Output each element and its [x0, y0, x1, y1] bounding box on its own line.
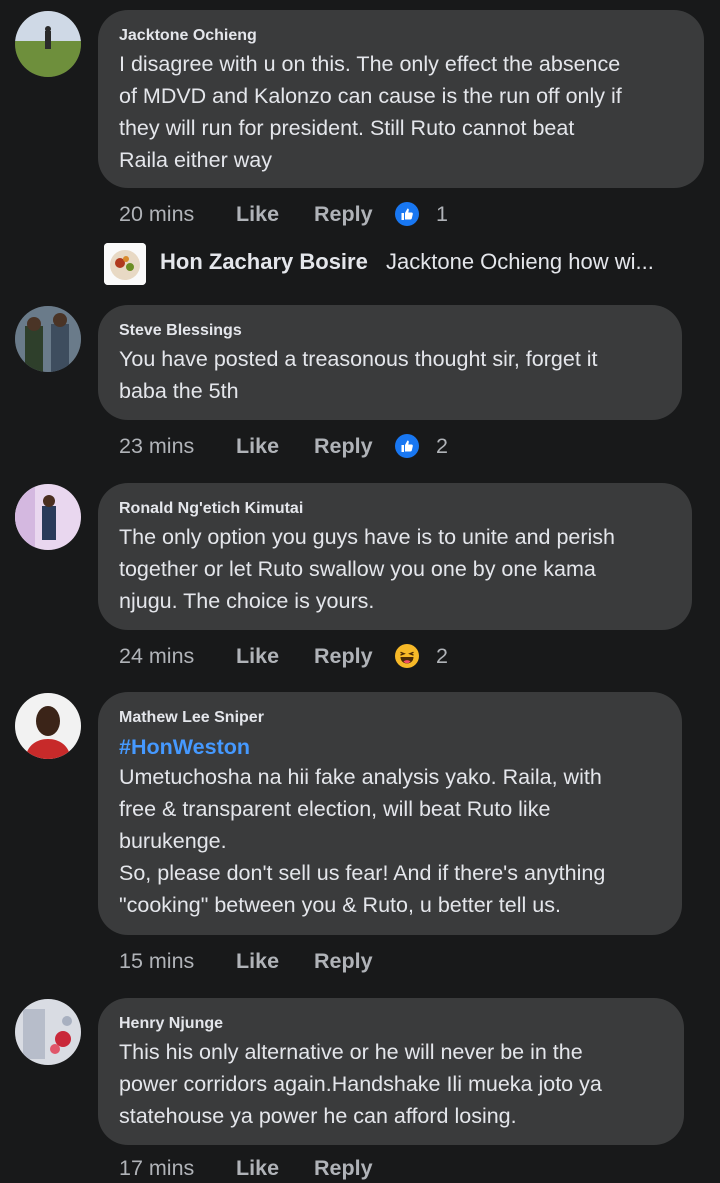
comment-bubble: Henry Njunge This his only alternative o… [98, 998, 684, 1145]
like-button[interactable]: Like [236, 641, 279, 671]
comment-author[interactable]: Henry Njunge [119, 1014, 662, 1034]
avatar[interactable] [15, 11, 81, 77]
comment-text: I disagree with u on this. The only effe… [119, 52, 622, 172]
comment-author[interactable]: Steve Blessings [119, 321, 660, 341]
like-button[interactable]: Like [236, 431, 279, 461]
comment-actions: 23 mins Like Reply 2 [0, 431, 720, 461]
comment-text: The only option you guys have is to unit… [119, 525, 616, 613]
avatar[interactable] [15, 693, 81, 759]
like-reaction-icon[interactable] [395, 434, 419, 458]
like-button[interactable]: Like [236, 1153, 279, 1183]
comment-bubble: Steve Blessings You have posted a treaso… [98, 305, 682, 420]
comment-timestamp[interactable]: 24 mins [119, 641, 194, 671]
reply-preview[interactable]: Hon Zachary Bosire Jacktone Ochieng how … [104, 242, 704, 286]
comment-text: You have posted a treasonous thought sir… [119, 347, 598, 403]
reply-button[interactable]: Reply [314, 1153, 373, 1183]
comment-author[interactable]: Jacktone Ochieng [119, 26, 682, 46]
reply-button[interactable]: Reply [314, 641, 373, 671]
reaction-count[interactable]: 2 [436, 431, 448, 461]
comment-author[interactable]: Mathew Lee Sniper [119, 708, 660, 728]
hashtag-link[interactable]: #HonWeston [119, 733, 660, 761]
comment-timestamp[interactable]: 23 mins [119, 431, 194, 461]
reaction-count[interactable]: 2 [436, 641, 448, 671]
comment-timestamp[interactable]: 15 mins [119, 946, 194, 976]
avatar[interactable] [15, 999, 81, 1065]
comment-actions: 17 mins Like Reply [0, 1153, 720, 1183]
comment-actions: 20 mins Like Reply 1 [0, 199, 720, 229]
reply-author[interactable]: Hon Zachary Bosire [160, 249, 368, 275]
reaction-count[interactable]: 1 [436, 199, 448, 229]
comment-timestamp[interactable]: 17 mins [119, 1153, 194, 1183]
reply-button[interactable]: Reply [314, 431, 373, 461]
comment-text: Umetuchosha na hii fake analysis yako. R… [119, 765, 606, 917]
avatar[interactable] [15, 484, 81, 550]
avatar[interactable] [15, 306, 81, 372]
like-reaction-icon[interactable] [395, 202, 419, 226]
avatar[interactable] [104, 243, 146, 285]
comment-author[interactable]: Ronald Ng'etich Kimutai [119, 499, 670, 519]
comment-bubble: Jacktone Ochieng I disagree with u on th… [98, 10, 704, 188]
comment-bubble: Ronald Ng'etich Kimutai The only option … [98, 483, 692, 630]
reply-button[interactable]: Reply [314, 199, 373, 229]
like-button[interactable]: Like [236, 199, 279, 229]
comment-text: This his only alternative or he will nev… [119, 1040, 602, 1128]
like-button[interactable]: Like [236, 946, 279, 976]
comment-bubble: Mathew Lee Sniper #HonWeston Umetuchosha… [98, 692, 682, 935]
comment-timestamp[interactable]: 20 mins [119, 199, 194, 229]
haha-reaction-icon[interactable] [395, 644, 419, 668]
reply-snippet[interactable]: Jacktone Ochieng how wi... [386, 249, 654, 275]
comment-actions: 15 mins Like Reply [0, 946, 720, 976]
comment-actions: 24 mins Like Reply 2 [0, 641, 720, 671]
reply-button[interactable]: Reply [314, 946, 373, 976]
